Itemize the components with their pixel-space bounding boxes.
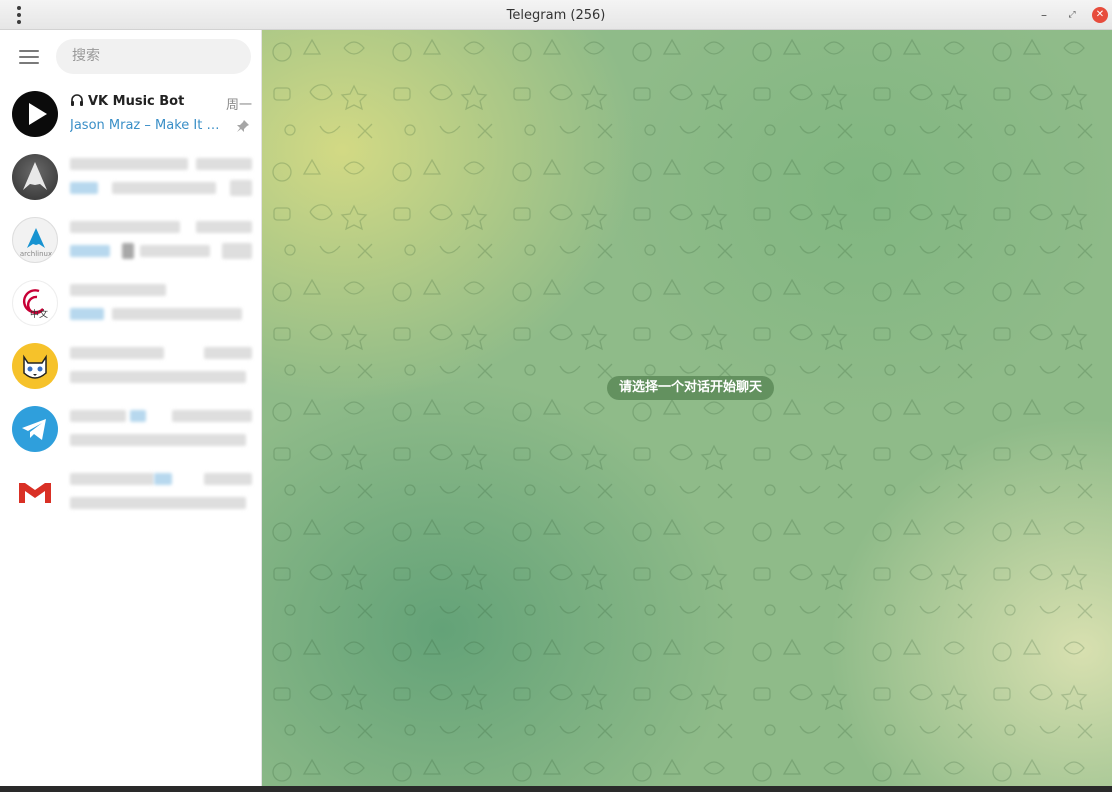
chat-preview: Jason Mraz – Make It Mine xyxy=(70,118,228,133)
play-logo-icon xyxy=(12,91,58,137)
chat-item[interactable] xyxy=(0,335,262,397)
select-chat-hint: 请选择一个对话开始聊天 xyxy=(607,376,775,400)
telegram-logo-icon xyxy=(12,406,58,452)
chat-sidebar: 搜索 VK Music Bot 周一 Jason Mraz – Make It … xyxy=(0,30,262,786)
desktop-edge xyxy=(0,786,1112,792)
background-pattern xyxy=(262,30,1112,786)
chat-name-row: VK Music Bot xyxy=(70,94,184,109)
chat-item[interactable]: archlinux xyxy=(0,209,262,271)
search-input[interactable]: 搜索 xyxy=(56,39,251,74)
chat-date: 周一 xyxy=(225,98,252,113)
telegram-window: Telegram (256) – ⤢ ✕ 搜索 VK Music Bot 周一 … xyxy=(0,0,1112,786)
title-bar: Telegram (256) – ⤢ ✕ xyxy=(0,0,1112,30)
chat-item[interactable] xyxy=(0,398,262,460)
close-icon[interactable]: ✕ xyxy=(1092,7,1108,23)
cat-avatar-icon xyxy=(12,343,58,389)
window-title: Telegram (256) xyxy=(506,8,606,23)
arch-logo-icon xyxy=(12,154,58,200)
debian-avatar-text: 中文 xyxy=(30,310,49,320)
archlinux-cn-logo-icon: archlinux xyxy=(12,217,58,263)
chat-item[interactable] xyxy=(0,461,262,523)
chat-area-empty: 请选择一个对话开始聊天 xyxy=(262,30,1112,786)
chat-name: VK Music Bot xyxy=(88,94,185,109)
headphones-icon xyxy=(71,94,83,106)
chat-item-vk-music-bot[interactable]: VK Music Bot 周一 Jason Mraz – Make It Min… xyxy=(0,83,262,145)
minimize-icon[interactable]: – xyxy=(1036,7,1052,23)
gmail-logo-icon xyxy=(12,469,58,515)
svg-text:archlinux: archlinux xyxy=(20,250,52,258)
maximize-icon[interactable]: ⤢ xyxy=(1064,7,1080,23)
chat-item[interactable] xyxy=(0,146,262,208)
chat-item[interactable]: 中文 xyxy=(0,272,262,334)
pin-icon xyxy=(237,120,249,132)
hamburger-menu-icon[interactable] xyxy=(19,50,39,64)
